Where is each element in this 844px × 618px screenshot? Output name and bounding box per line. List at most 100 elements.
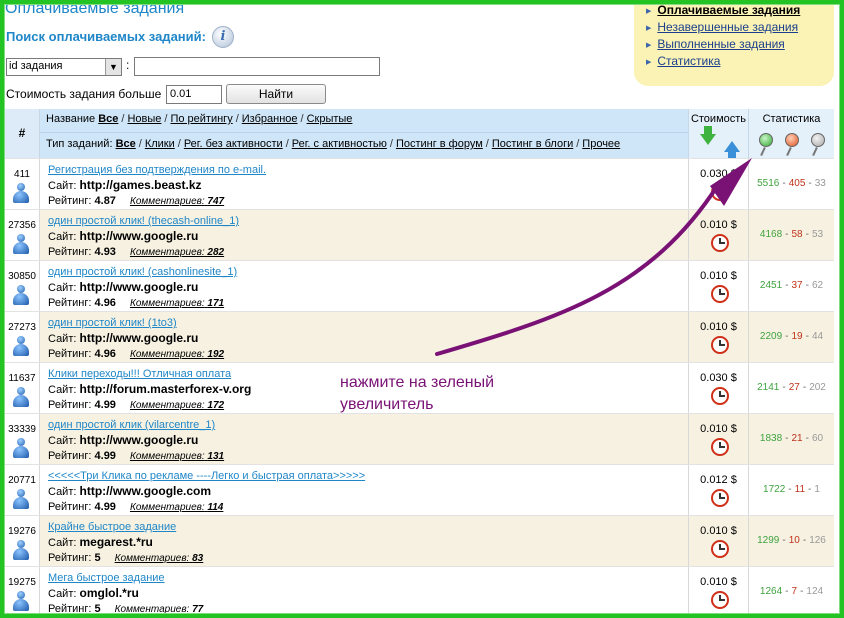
user-icon[interactable] [13,183,29,203]
type-filter-reg-no-activity[interactable]: Рег. без активности [184,138,283,150]
table-row: 30850 один простой клик! (cashonlinesite_… [5,260,834,312]
task-info-cell: один простой клик! (1to3) Сайт: http://ww… [40,312,688,363]
task-comments-link[interactable]: Комментариев: 282 [130,247,224,258]
alarm-clock-icon[interactable] [711,540,729,558]
task-comments-link[interactable]: Комментариев: 192 [130,349,224,360]
user-icon[interactable] [13,591,29,611]
stat-failed: 58 [791,229,803,240]
task-id-cell: 27356 [5,210,40,261]
table-row: 19276 Крайне быстрое задание Сайт: megares… [5,515,834,567]
name-filter-new[interactable]: Новые [127,113,161,125]
task-rating: Рейтинг: 4.96 Комментариев: 192 [48,348,225,360]
name-filter-rating[interactable]: По рейтингу [170,113,232,125]
task-title-link[interactable]: один простой клик! (thecash-online_1) [48,215,239,227]
stat-success: 4168 [759,229,783,240]
stat-pending: 44 [811,331,824,342]
search-label: Поиск оплачиваемых заданий: [6,29,206,44]
user-icon[interactable] [13,438,29,458]
nav-completed-tasks[interactable]: ▶ Выполненные задания [646,37,785,51]
task-cost-cell: 0.010 $ [688,210,748,261]
task-id-cell: 19276 [5,516,40,567]
task-comments-link[interactable]: Комментариев: 747 [130,196,224,207]
alarm-clock-icon[interactable] [711,183,729,201]
task-info-cell: <<<<<Три Клика по рекламе ----Легко и бы… [40,465,688,516]
task-title-link[interactable]: <<<<<Три Клика по рекламе ----Легко и бы… [48,470,365,482]
task-site: Сайт: http://www.google.ru [48,433,199,447]
annotation-text: нажмите на зеленый увеличитель [340,372,494,416]
task-title-link[interactable]: один простой клик! (cashonlinesite_1) [48,266,237,278]
type-filter-clicks[interactable]: Клики [145,138,175,150]
alarm-clock-icon[interactable] [711,438,729,456]
cost-filter-input[interactable]: 0.01 [166,85,222,104]
alarm-clock-icon[interactable] [711,285,729,303]
type-filter-blog-posting[interactable]: Постинг в блоги [492,138,573,150]
task-title-link[interactable]: один простой клик! (1to3) [48,317,177,329]
task-stat-cell: 1299-10-126 [748,516,834,567]
task-id-cell: 11637 [5,363,40,414]
task-cost-cell: 0.010 $ [688,261,748,312]
task-comments-link[interactable]: Комментариев: 77 [115,604,204,615]
task-info-cell: один простой клик! (cashonlinesite_1) Сай… [40,261,688,312]
search-type-select[interactable]: id задания ▼ [6,58,122,76]
type-filter-forum-posting[interactable]: Постинг в форум [396,138,483,150]
task-comments-link[interactable]: Комментариев: 171 [130,298,224,309]
info-icon[interactable]: i [212,26,234,48]
task-title-link[interactable]: Клики переходы!!! Отличная оплата [48,368,231,380]
name-filter-favorites[interactable]: Избранное [242,113,298,125]
user-icon[interactable] [13,387,29,407]
task-comments-link[interactable]: Комментариев: 114 [130,502,223,513]
sort-down-icon[interactable] [700,126,716,145]
cost-filter-label: Стоимость задания больше [6,87,162,101]
task-comments-link[interactable]: Комментариев: 131 [130,451,224,462]
stat-failed: 405 [788,178,806,189]
task-comments-link[interactable]: Комментариев: 83 [115,553,204,564]
task-info-cell: Крайне быстрое задание Сайт: megarest.*ru… [40,516,688,567]
task-rating: Рейтинг: 4.93 Комментариев: 282 [48,246,225,258]
gray-magnifier-icon[interactable] [811,133,825,147]
search-input[interactable] [134,57,380,76]
header-name-filters: Название Все / Новые / По рейтингу / Избранное… [40,109,688,133]
alarm-clock-icon[interactable] [711,591,729,609]
name-filter-hidden[interactable]: Скрытые [307,113,353,125]
stat-success: 1299 [757,535,780,546]
type-filter-all[interactable]: Все [116,138,136,150]
name-filter-all[interactable]: Все [98,113,118,125]
alarm-clock-icon[interactable] [711,234,729,252]
user-icon[interactable] [13,489,29,509]
find-button[interactable]: Найти [226,84,326,104]
type-filter-reg-activity[interactable]: Рег. с активностью [292,138,387,150]
task-title-link[interactable]: Регистрация без подтверждения по e-mail. [48,164,266,176]
task-site: Сайт: http://www.google.com [48,484,212,498]
task-title-link[interactable]: Крайне быстрое задание [48,521,176,533]
green-magnifier-icon[interactable] [759,133,773,147]
alarm-clock-icon[interactable] [711,336,729,354]
task-id-cell: 30850 [5,261,40,312]
task-site: Сайт: omglol.*ru [48,586,139,600]
header-number: # [5,109,40,158]
user-icon[interactable] [13,336,29,356]
chevron-down-icon[interactable]: ▼ [105,59,121,75]
stat-pending: 60 [811,433,824,444]
user-icon[interactable] [13,234,29,254]
sort-up-icon[interactable] [724,141,740,160]
task-stat-cell: 1838-21-60 [748,414,834,465]
task-info-cell: Мега быстрое задание Сайт: omglol.*ru Рейт… [40,567,688,618]
task-cost-cell: 0.010 $ [688,312,748,363]
nav-statistics[interactable]: ▶ Статистика [646,54,720,68]
annotation-line-1: нажмите на зеленый [340,374,495,391]
user-icon[interactable] [13,540,29,560]
red-magnifier-icon[interactable] [785,133,799,147]
task-title-link[interactable]: Мега быстрое задание [48,572,165,584]
user-icon[interactable] [13,285,29,305]
table-row: 27356 один простой клик! (thecash-online_… [5,209,834,261]
task-site: Сайт: http://www.google.ru [48,229,199,243]
task-title-link[interactable]: один простой клик (vilarcentre_1) [48,419,215,431]
stat-failed: 7 [791,586,798,597]
alarm-clock-icon[interactable] [711,387,729,405]
alarm-clock-icon[interactable] [711,489,729,507]
task-stat-cell: 2141-27-202 [748,363,834,414]
nav-paid-tasks[interactable]: ▶ Оплачиваемые задания [646,3,800,17]
type-filter-other[interactable]: Прочее [582,138,620,150]
task-comments-link[interactable]: Комментариев: 172 [130,400,224,411]
nav-unfinished-tasks[interactable]: ▶ Незавершенные задания [646,20,798,34]
